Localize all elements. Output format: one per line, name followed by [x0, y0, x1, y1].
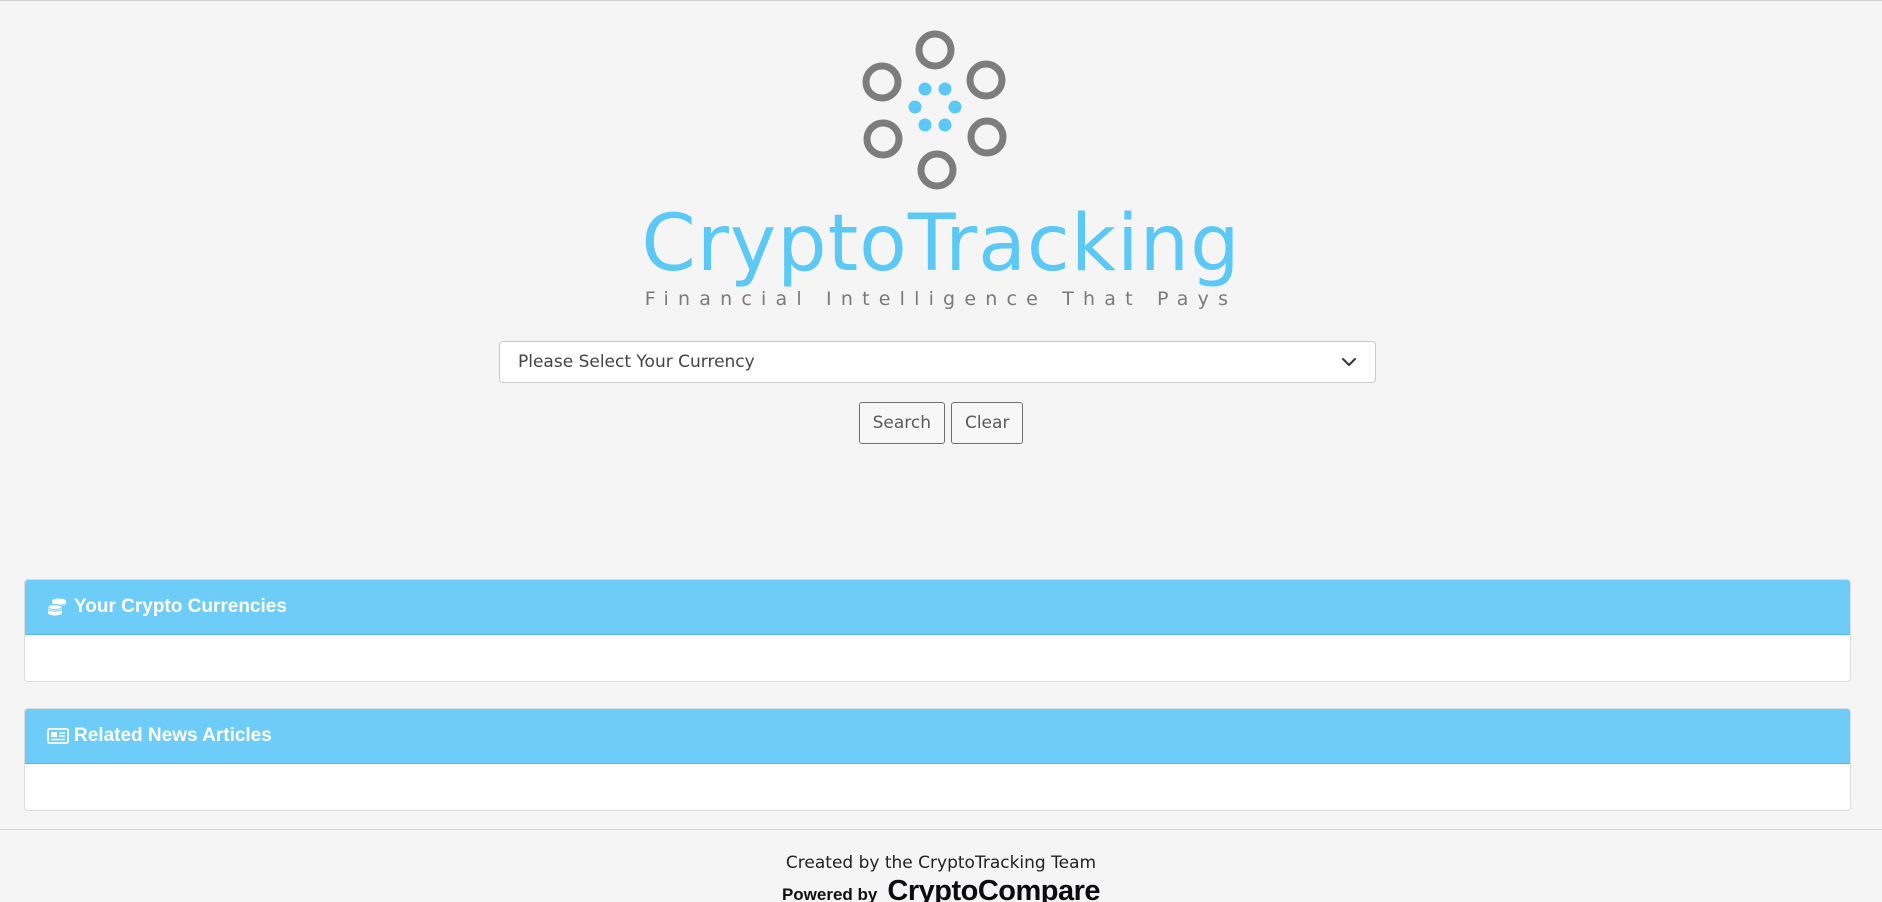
news-panel-title: Related News Articles [74, 725, 272, 746]
news-panel: Related News Articles [24, 708, 1851, 811]
chevron-down-icon [1341, 354, 1357, 370]
news-panel-body [25, 764, 1850, 810]
brand-tagline: Financial Intelligence That Pays [644, 288, 1238, 310]
currency-select[interactable]: Please Select Your Currency [499, 341, 1376, 383]
currencies-panel-header: Your Crypto Currencies [25, 580, 1850, 635]
currencies-panel-body [25, 635, 1850, 681]
powered-by-label: Powered by [781, 885, 878, 902]
newspaper-icon [47, 726, 69, 746]
search-button[interactable]: Search [858, 402, 945, 444]
cryptocompare-logo[interactable]: CryptoCompare [887, 875, 1100, 902]
currencies-panel: Your Crypto Currencies [24, 579, 1851, 682]
currency-select-value: Please Select Your Currency [518, 352, 755, 372]
search-actions: Search Clear [0, 402, 1882, 444]
powered-by[interactable]: Powered by CryptoCompare [0, 875, 1882, 902]
page: CryptoTracking Financial Intelligence Th… [0, 0, 1882, 902]
brand-name: CryptoTracking [641, 199, 1241, 289]
news-panel-header: Related News Articles [25, 709, 1850, 764]
footer-divider [0, 829, 1882, 830]
coins-icon [47, 597, 69, 617]
crypto-ring-logo-icon [862, 30, 1007, 190]
clear-button[interactable]: Clear [950, 402, 1024, 444]
footer-credit: Created by the CryptoTracking Team [785, 853, 1097, 873]
currencies-panel-title: Your Crypto Currencies [74, 596, 287, 617]
